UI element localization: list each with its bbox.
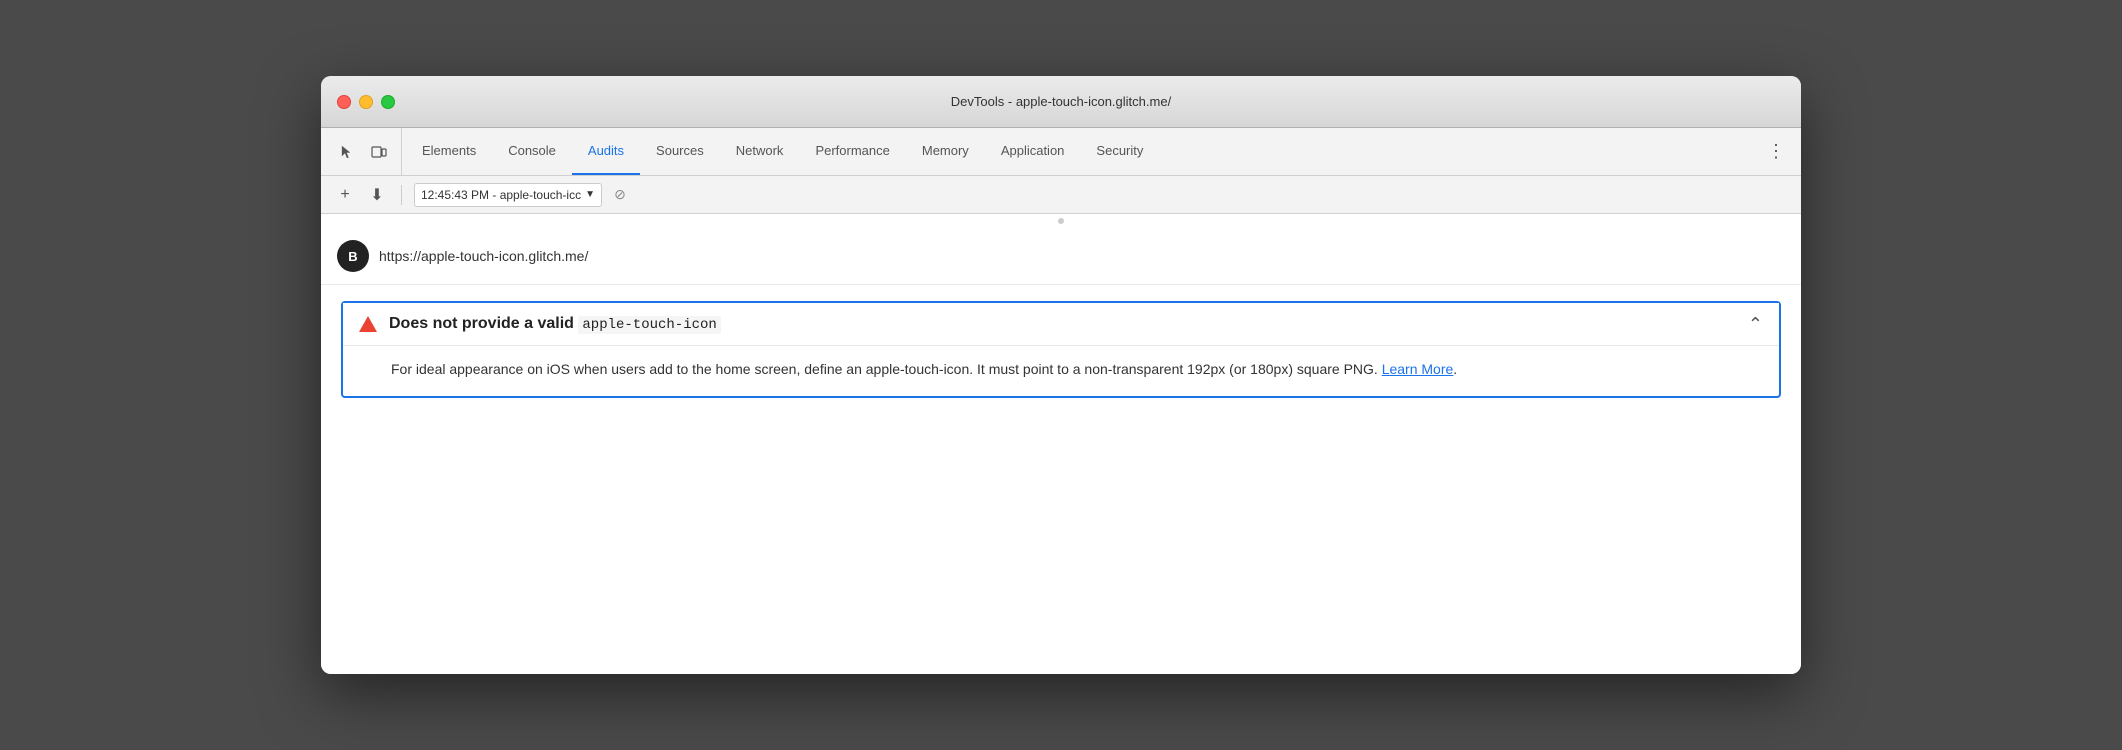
warning-title-code: apple-touch-icon xyxy=(578,316,720,334)
site-favicon: B xyxy=(337,240,369,272)
separator-dot xyxy=(1058,218,1064,224)
session-text: 12:45:43 PM - apple-touch-icc xyxy=(421,188,581,202)
warning-header-left: Does not provide a valid apple-touch-ico… xyxy=(359,315,721,333)
devtools-window: DevTools - apple-touch-icon.glitch.me/ E… xyxy=(321,76,1801,674)
download-audit-button[interactable]: ⬇ xyxy=(365,183,389,207)
learn-more-link[interactable]: Learn More xyxy=(1382,361,1454,377)
warning-card: Does not provide a valid apple-touch-ico… xyxy=(341,301,1781,398)
tab-audits[interactable]: Audits xyxy=(572,128,640,175)
chevron-up-icon[interactable]: ⌃ xyxy=(1748,315,1763,333)
toolbar-icons xyxy=(325,128,402,175)
add-audit-button[interactable]: + xyxy=(333,183,357,207)
cursor-icon-button[interactable] xyxy=(333,138,361,166)
tab-sources[interactable]: Sources xyxy=(640,128,720,175)
tab-performance[interactable]: Performance xyxy=(799,128,905,175)
main-content: B https://apple-touch-icon.glitch.me/ Do… xyxy=(321,214,1801,674)
warning-description: For ideal appearance on iOS when users a… xyxy=(391,358,1763,380)
close-button[interactable] xyxy=(337,95,351,109)
traffic-lights xyxy=(337,95,395,109)
devtools-toolbar: Elements Console Audits Sources Network … xyxy=(321,128,1801,176)
window-title: DevTools - apple-touch-icon.glitch.me/ xyxy=(951,94,1171,109)
url-text: https://apple-touch-icon.glitch.me/ xyxy=(379,248,588,264)
tab-console[interactable]: Console xyxy=(492,128,572,175)
separator-row xyxy=(321,214,1801,228)
toolbar-divider xyxy=(401,185,402,205)
warning-header[interactable]: Does not provide a valid apple-touch-ico… xyxy=(343,303,1779,345)
url-bar: B https://apple-touch-icon.glitch.me/ xyxy=(321,228,1801,285)
device-toolbar-icon-button[interactable] xyxy=(365,138,393,166)
audit-results: Does not provide a valid apple-touch-ico… xyxy=(321,285,1801,422)
tab-security[interactable]: Security xyxy=(1080,128,1159,175)
more-tabs-button[interactable]: ⋮ xyxy=(1755,128,1797,175)
warning-title: Does not provide a valid apple-touch-ico… xyxy=(389,315,721,333)
maximize-button[interactable] xyxy=(381,95,395,109)
warning-title-text: Does not provide a valid xyxy=(389,315,574,332)
warning-triangle-icon xyxy=(359,316,377,332)
warning-body: For ideal appearance on iOS when users a… xyxy=(343,345,1779,396)
dropdown-arrow-icon: ▼ xyxy=(585,189,595,200)
titlebar: DevTools - apple-touch-icon.glitch.me/ xyxy=(321,76,1801,128)
tab-bar: Elements Console Audits Sources Network … xyxy=(406,128,1755,175)
secondary-toolbar: + ⬇ 12:45:43 PM - apple-touch-icc ▼ ⊘ xyxy=(321,176,1801,214)
tab-application[interactable]: Application xyxy=(985,128,1081,175)
session-selector[interactable]: 12:45:43 PM - apple-touch-icc ▼ xyxy=(414,183,602,207)
tab-memory[interactable]: Memory xyxy=(906,128,985,175)
minimize-button[interactable] xyxy=(359,95,373,109)
tab-elements[interactable]: Elements xyxy=(406,128,492,175)
tab-network[interactable]: Network xyxy=(720,128,800,175)
no-entry-icon[interactable]: ⊘ xyxy=(610,185,630,205)
